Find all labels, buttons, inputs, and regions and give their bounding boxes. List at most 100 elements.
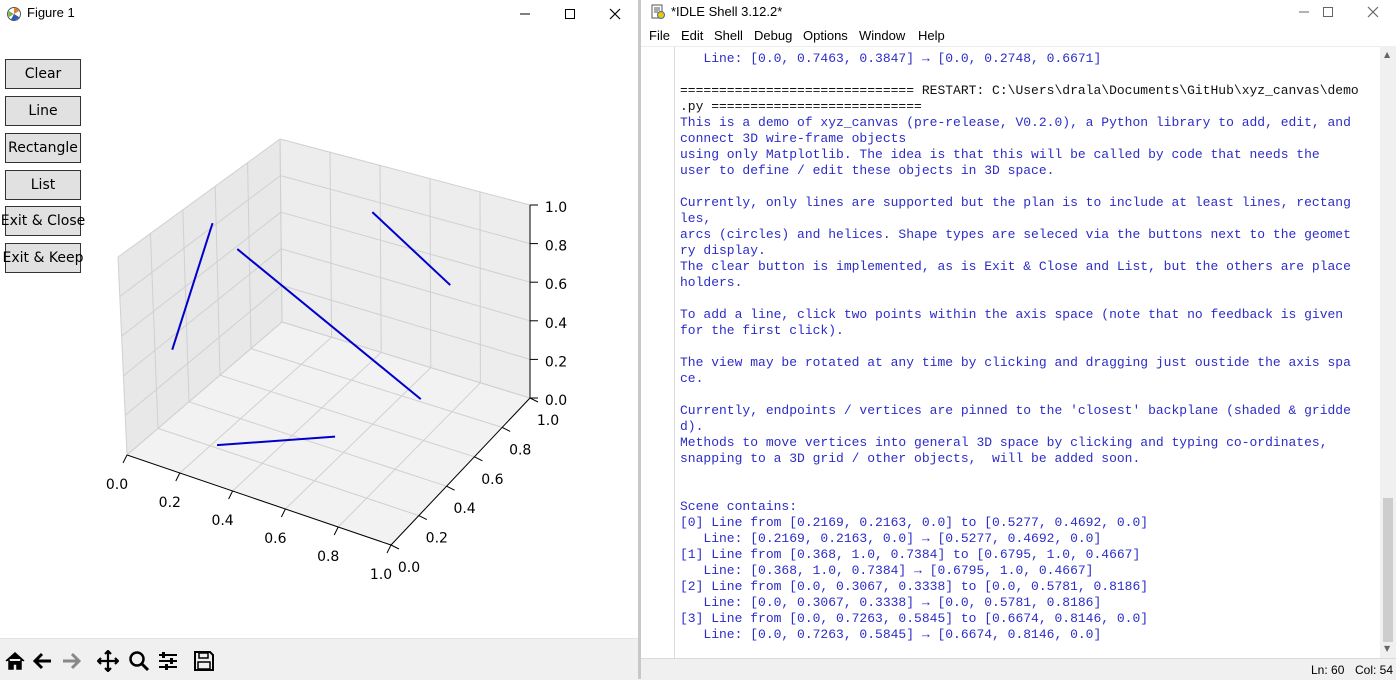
menu-debug[interactable]: Debug bbox=[754, 28, 792, 43]
shell-line bbox=[680, 467, 1370, 483]
maximize-icon bbox=[1322, 6, 1334, 18]
back-icon bbox=[32, 650, 54, 672]
scroll-thumb[interactable] bbox=[1383, 498, 1393, 642]
save-button[interactable] bbox=[192, 649, 216, 673]
line-number: Ln: 60 bbox=[1311, 663, 1344, 677]
nav-toolbar bbox=[0, 638, 638, 680]
x-tick bbox=[176, 473, 180, 481]
configure-button[interactable] bbox=[156, 649, 180, 673]
zoom-icon bbox=[128, 650, 150, 672]
x-tick bbox=[387, 545, 391, 553]
z-tick-label: 0.8 bbox=[545, 239, 567, 255]
shell-line: ============================== RESTART: … bbox=[680, 83, 1370, 99]
shell-line: Currently, only lines are supported but … bbox=[680, 195, 1370, 211]
shell-line: Currently, endpoints / vertices are pinn… bbox=[680, 403, 1370, 419]
vertical-scrollbar[interactable]: ▲ ▼ bbox=[1380, 46, 1396, 658]
x-tick-label: 0.8 bbox=[317, 549, 339, 565]
shell-line: The view may be rotated at any time by c… bbox=[680, 355, 1370, 371]
idle-window: *IDLE Shell 3.12.2* File Edit Shell Debu… bbox=[641, 0, 1396, 679]
figure-title: Figure 1 bbox=[27, 5, 75, 20]
z-tick-label: 1.0 bbox=[545, 200, 567, 216]
y-tick bbox=[391, 545, 399, 549]
x-tick-label: 0.2 bbox=[159, 495, 181, 511]
shell-line: ry display. bbox=[680, 243, 1370, 259]
minimize-icon bbox=[519, 8, 531, 20]
forward-button[interactable] bbox=[59, 649, 83, 673]
menu-bar: File Edit Shell Debug Options Window Hel… bbox=[641, 26, 1396, 46]
shell-line bbox=[680, 483, 1370, 499]
shell-line bbox=[680, 291, 1370, 307]
scroll-down-icon[interactable]: ▼ bbox=[1384, 644, 1390, 653]
x-tick bbox=[281, 509, 285, 517]
zoom-button[interactable] bbox=[127, 649, 151, 673]
shell-line: This is a demo of xyz_canvas (pre-releas… bbox=[680, 115, 1370, 131]
back-button[interactable] bbox=[31, 649, 55, 673]
forward-icon bbox=[60, 650, 82, 672]
menu-file[interactable]: File bbox=[649, 28, 670, 43]
shell-line: Line: [0.368, 1.0, 0.7384] → [0.6795, 1.… bbox=[680, 563, 1370, 579]
x-tick-label: 1.0 bbox=[370, 567, 392, 583]
shell-line: [2] Line from [0.0, 0.3067, 0.3338] to [… bbox=[680, 579, 1370, 595]
menu-edit[interactable]: Edit bbox=[681, 28, 703, 43]
x-tick bbox=[334, 527, 338, 535]
shell-line: [1] Line from [0.368, 1.0, 0.7384] to [0… bbox=[680, 547, 1370, 563]
shell-line: connect 3D wire-frame objects bbox=[680, 131, 1370, 147]
idle-close-button[interactable] bbox=[1350, 0, 1396, 24]
z-tick-label: 0.4 bbox=[545, 316, 567, 332]
menu-options[interactable]: Options bbox=[803, 28, 848, 43]
pan-icon bbox=[97, 650, 119, 672]
shell-text-area[interactable]: Line: [0.0, 0.7463, 0.3847] → [0.0, 0.27… bbox=[641, 46, 1380, 659]
shell-line: les, bbox=[680, 211, 1370, 227]
y-tick-label: 0.4 bbox=[453, 501, 475, 517]
shell-line bbox=[680, 387, 1370, 403]
y-tick-label: 0.0 bbox=[398, 560, 420, 576]
shell-line: To add a line, click two points within t… bbox=[680, 307, 1370, 323]
menu-shell[interactable]: Shell bbox=[714, 28, 743, 43]
status-bar: Ln: 60 Col: 54 bbox=[641, 658, 1396, 680]
shell-line: ce. bbox=[680, 371, 1370, 387]
shell-line: using only Matplotlib. The idea is that … bbox=[680, 147, 1370, 163]
shell-line: Methods to move vertices into general 3D… bbox=[680, 435, 1370, 451]
shell-line: Line: [0.0, 0.3067, 0.3338] → [0.0, 0.57… bbox=[680, 595, 1370, 611]
shell-line: arcs (circles) and helices. Shape types … bbox=[680, 227, 1370, 243]
maximize-button[interactable] bbox=[547, 0, 593, 28]
y-tick-label: 0.2 bbox=[426, 531, 448, 547]
save-icon bbox=[193, 650, 215, 672]
pan-button[interactable] bbox=[96, 649, 120, 673]
idle-title-bar: *IDLE Shell 3.12.2* bbox=[641, 0, 1396, 24]
y-tick-label: 1.0 bbox=[537, 413, 559, 429]
shell-line: for the first click). bbox=[680, 323, 1370, 339]
shell-line: Line: [0.0, 0.7463, 0.3847] → [0.0, 0.27… bbox=[680, 51, 1370, 67]
idle-maximize-button[interactable] bbox=[1305, 0, 1351, 24]
idle-title: *IDLE Shell 3.12.2* bbox=[671, 4, 782, 19]
shell-line: Scene contains: bbox=[680, 499, 1370, 515]
shell-line: Line: [0.0, 0.7263, 0.5845] → [0.6674, 0… bbox=[680, 627, 1370, 643]
matplotlib-icon bbox=[6, 6, 22, 22]
shell-line: d). bbox=[680, 419, 1370, 435]
shell-line bbox=[680, 67, 1370, 83]
maximize-icon bbox=[564, 8, 576, 20]
y-tick-label: 0.6 bbox=[481, 472, 503, 488]
menu-window[interactable]: Window bbox=[859, 28, 905, 43]
shell-line bbox=[680, 339, 1370, 355]
close-icon bbox=[1367, 6, 1379, 18]
shell-line: snapping to a 3D grid / other objects, w… bbox=[680, 451, 1370, 467]
scroll-up-icon[interactable]: ▲ bbox=[1384, 50, 1390, 59]
menu-help[interactable]: Help bbox=[918, 28, 945, 43]
x-tick-label: 0.0 bbox=[106, 477, 128, 493]
y-tick bbox=[474, 457, 482, 461]
shell-output: Line: [0.0, 0.7463, 0.3847] → [0.0, 0.27… bbox=[680, 51, 1370, 643]
minimize-button[interactable] bbox=[502, 0, 548, 28]
home-button[interactable] bbox=[3, 649, 27, 673]
x-tick-label: 0.4 bbox=[211, 513, 233, 529]
shell-sidebar bbox=[641, 47, 675, 659]
y-tick bbox=[502, 427, 510, 431]
figure-title-bar: Figure 1 bbox=[0, 0, 638, 28]
z-tick-label: 0.6 bbox=[545, 277, 567, 293]
y-tick bbox=[447, 486, 455, 490]
shell-line: holders. bbox=[680, 275, 1370, 291]
figure-window: Figure 1 Clear Line Rectangle List Exit … bbox=[0, 0, 638, 679]
home-icon bbox=[4, 650, 26, 672]
close-button[interactable] bbox=[592, 0, 638, 28]
axes-3d[interactable]: 0.00.20.40.60.81.00.00.20.40.60.81.00.00… bbox=[0, 28, 600, 588]
